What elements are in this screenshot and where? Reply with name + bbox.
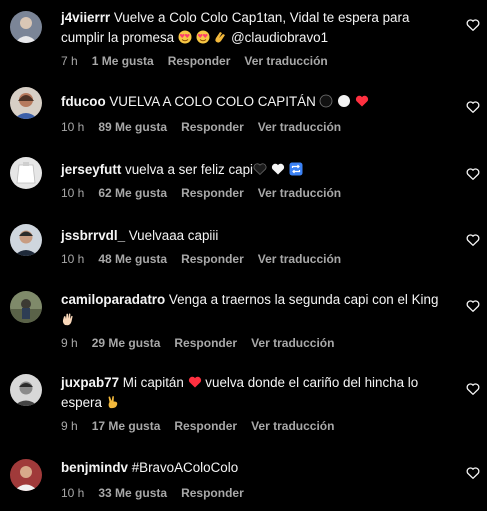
likes-count[interactable]: 62 Me gusta <box>98 186 167 200</box>
comment-body: j4viierrr Vuelve a Colo Colo Cap1tan, Vi… <box>61 8 446 48</box>
avatar[interactable] <box>10 374 42 406</box>
comment-meta: 7 h 1 Me gusta Responder Ver traducción <box>61 54 328 68</box>
comment-username[interactable]: jerseyfutt <box>61 162 121 177</box>
victory-hand-emoji <box>106 395 120 409</box>
waving-hand-emoji <box>61 312 75 326</box>
comment-username[interactable]: jssbrrvdl_ <box>61 228 125 243</box>
comment-time[interactable]: 10 h <box>61 486 84 500</box>
comment-body: jerseyfutt vuelva a ser feliz capi <box>61 160 446 180</box>
avatar[interactable] <box>10 11 42 43</box>
translate-button[interactable]: Ver traducción <box>244 54 327 68</box>
like-heart-icon[interactable] <box>466 299 480 313</box>
heart-eyes-emoji <box>196 30 210 44</box>
comment-text: cumplir la promesa <box>61 30 175 45</box>
comment-mention[interactable]: @claudiobravo1 <box>231 30 328 45</box>
comment-text: vuelva donde el cariño del hincha lo <box>205 375 419 390</box>
comment-body: camiloparadatro Venga a traernos la segu… <box>61 290 446 330</box>
white-circle-emoji <box>337 94 351 108</box>
comment-meta: 10 h 48 Me gusta Responder Ver traducción <box>61 252 341 266</box>
reply-button[interactable]: Responder <box>181 120 244 134</box>
like-heart-icon[interactable] <box>466 18 480 32</box>
avatar[interactable] <box>10 291 42 323</box>
like-heart-icon[interactable] <box>466 167 480 181</box>
translate-button[interactable]: Ver traducción <box>251 419 334 433</box>
comment-text: VUELVA A COLO COLO CAPITÁN <box>109 94 316 109</box>
avatar[interactable] <box>10 157 42 189</box>
reply-button[interactable]: Responder <box>181 186 244 200</box>
comment-meta: 9 h 17 Me gusta Responder Ver traducción <box>61 419 334 433</box>
avatar[interactable] <box>10 224 42 256</box>
red-heart-emoji <box>188 375 202 389</box>
like-heart-icon[interactable] <box>466 100 480 114</box>
comment-text: Vuelvaaa capiii <box>128 228 219 243</box>
comment-text: #BravoAColoColo <box>131 460 239 475</box>
translate-button[interactable]: Ver traducción <box>258 252 341 266</box>
reply-button[interactable]: Responder <box>174 336 237 350</box>
translate-button[interactable]: Ver traducción <box>251 336 334 350</box>
translate-button[interactable]: Ver traducción <box>258 186 341 200</box>
comment-text: espera <box>61 395 102 410</box>
likes-count[interactable]: 33 Me gusta <box>98 486 167 500</box>
comment-body: fducoo VUELVA A COLO COLO CAPITÁN <box>61 92 446 112</box>
comment-text: Venga a traernos la segunda capi con el … <box>168 292 439 307</box>
comment-meta: 9 h 29 Me gusta Responder Ver traducción <box>61 336 334 350</box>
likes-count[interactable]: 29 Me gusta <box>92 336 161 350</box>
comment-username[interactable]: j4viierrr <box>61 10 110 25</box>
avatar[interactable] <box>10 459 42 491</box>
avatar[interactable] <box>10 87 42 119</box>
heart-eyes-emoji <box>178 30 192 44</box>
reply-button[interactable]: Responder <box>181 486 244 500</box>
likes-count[interactable]: 89 Me gusta <box>98 120 167 134</box>
reply-button[interactable]: Responder <box>168 54 231 68</box>
clap-emoji <box>213 30 227 44</box>
comment-meta: 10 h 89 Me gusta Responder Ver traducción <box>61 120 341 134</box>
comment-text: Vuelve a Colo Colo Cap1tan, Vidal te esp… <box>113 10 410 25</box>
reply-button[interactable]: Responder <box>181 252 244 266</box>
comment-time[interactable]: 10 h <box>61 120 84 134</box>
black-heart-emoji <box>253 162 267 176</box>
white-heart-emoji <box>271 162 285 176</box>
comment-time[interactable]: 9 h <box>61 336 78 350</box>
black-circle-emoji <box>319 94 333 108</box>
likes-count[interactable]: 48 Me gusta <box>98 252 167 266</box>
comment-meta: 10 h 33 Me gusta Responder <box>61 486 258 500</box>
repeat-emoji <box>289 162 303 176</box>
comment-body: juxpab77 Mi capitán vuelva donde el cari… <box>61 373 446 413</box>
red-heart-emoji <box>355 94 369 108</box>
comment-body: benjmindv #BravoAColoColo <box>61 458 446 478</box>
comment-meta: 10 h 62 Me gusta Responder Ver traducción <box>61 186 341 200</box>
likes-count[interactable]: 1 Me gusta <box>92 54 154 68</box>
comment-time[interactable]: 10 h <box>61 252 84 266</box>
comment-username[interactable]: juxpab77 <box>61 375 119 390</box>
comment-text: Mi capitán <box>122 375 184 390</box>
comment-time[interactable]: 7 h <box>61 54 78 68</box>
comment-username[interactable]: camiloparadatro <box>61 292 165 307</box>
translate-button[interactable]: Ver traducción <box>258 120 341 134</box>
like-heart-icon[interactable] <box>466 233 480 247</box>
like-heart-icon[interactable] <box>466 466 480 480</box>
reply-button[interactable]: Responder <box>174 419 237 433</box>
likes-count[interactable]: 17 Me gusta <box>92 419 161 433</box>
comment-body: jssbrrvdl_ Vuelvaaa capiii <box>61 226 446 246</box>
like-heart-icon[interactable] <box>466 382 480 396</box>
comment-username[interactable]: fducoo <box>61 94 106 109</box>
comment-time[interactable]: 9 h <box>61 419 78 433</box>
comment-text: vuelva a ser feliz capi <box>125 162 254 177</box>
comment-time[interactable]: 10 h <box>61 186 84 200</box>
comment-username[interactable]: benjmindv <box>61 460 128 475</box>
